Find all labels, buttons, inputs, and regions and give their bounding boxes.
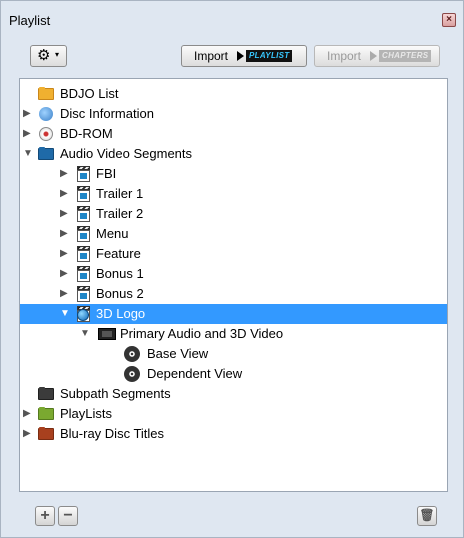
tree-item-label: Subpath Segments bbox=[60, 386, 171, 401]
clip-icon bbox=[77, 166, 90, 182]
tree-item-menu[interactable]: ▶ Menu bbox=[20, 224, 447, 244]
tree-item-label: Primary Audio and 3D Video bbox=[120, 326, 284, 341]
tree-item-label: Trailer 2 bbox=[96, 206, 144, 221]
playlist-badge: PLAYLIST bbox=[246, 50, 293, 62]
folder-icon bbox=[38, 407, 54, 420]
tree-item-label: Dependent View bbox=[147, 366, 243, 381]
folder-icon bbox=[38, 387, 54, 400]
tree-item-3d-logo[interactable]: ▼ 3D Logo bbox=[20, 304, 447, 324]
expand-arrow-icon[interactable]: ▶ bbox=[60, 227, 68, 241]
clip-icon bbox=[77, 186, 90, 202]
tree-item-bdjo-list[interactable]: BDJO List bbox=[20, 84, 447, 104]
minus-icon: − bbox=[63, 507, 73, 524]
expand-arrow-icon[interactable]: ▶ bbox=[23, 107, 31, 121]
tree-item-disc-information[interactable]: ▶ Disc Information bbox=[20, 104, 447, 124]
expand-arrow-icon[interactable]: ▶ bbox=[60, 287, 68, 301]
tree-item-label: BD-ROM bbox=[60, 126, 113, 141]
folder-icon bbox=[38, 87, 54, 100]
tree-item-bd-rom[interactable]: ▶ BD-ROM bbox=[20, 124, 447, 144]
tree-item-audio-video-segments[interactable]: ▼ Audio Video Segments bbox=[20, 144, 447, 164]
clip-icon bbox=[77, 206, 90, 222]
collapse-arrow-icon[interactable]: ▼ bbox=[60, 307, 70, 321]
tree-item-label: FBI bbox=[96, 166, 117, 181]
tree-item-label: Audio Video Segments bbox=[60, 146, 193, 161]
tree-item-label: Blu-ray Disc Titles bbox=[60, 426, 165, 441]
plus-icon: + bbox=[40, 507, 50, 524]
close-icon: × bbox=[446, 14, 452, 25]
collapse-arrow-icon[interactable]: ▼ bbox=[23, 147, 33, 161]
disc-icon bbox=[39, 127, 53, 141]
tree-item-label: BDJO List bbox=[60, 86, 119, 101]
tree-item-feature[interactable]: ▶ Feature bbox=[20, 244, 447, 264]
tree-item-label: Bonus 1 bbox=[96, 266, 144, 281]
tree-item-dependent-view[interactable]: Dependent View bbox=[20, 364, 447, 384]
panel-title: Playlist bbox=[9, 13, 51, 28]
monitor-icon bbox=[98, 328, 116, 340]
trash-icon: 🗑 bbox=[419, 508, 435, 522]
tree-item-label: Menu bbox=[96, 226, 129, 241]
gear-icon: ⚙ bbox=[37, 47, 51, 64]
film-reel-icon bbox=[124, 346, 140, 362]
tree-item-bluray-disc-titles[interactable]: ▶ Blu-ray Disc Titles bbox=[20, 424, 447, 444]
tree-item-label: Disc Information bbox=[60, 106, 154, 121]
close-button[interactable]: × bbox=[442, 13, 456, 27]
clip-icon bbox=[77, 226, 90, 242]
tree-item-label: PlayLists bbox=[60, 406, 113, 421]
clip-icon bbox=[77, 286, 90, 302]
tree-item-bonus-1[interactable]: ▶ Bonus 1 bbox=[20, 264, 447, 284]
collapse-arrow-icon[interactable]: ▼ bbox=[80, 327, 90, 341]
expand-arrow-icon[interactable]: ▶ bbox=[60, 207, 68, 221]
expand-arrow-icon[interactable]: ▶ bbox=[23, 427, 31, 441]
expand-arrow-icon[interactable]: ▶ bbox=[60, 267, 68, 281]
tree-item-fbi[interactable]: ▶ FBI bbox=[20, 164, 447, 184]
import-playlist-button[interactable]: Import PLAYLIST bbox=[181, 45, 307, 67]
tree-item-base-view[interactable]: Base View bbox=[20, 344, 447, 364]
play-arrow-icon bbox=[237, 51, 244, 61]
playlist-panel: Playlist × ⚙ ▾ Import PLAYLIST Import CH… bbox=[0, 0, 464, 538]
delete-button[interactable]: 🗑 bbox=[417, 506, 437, 526]
clip-icon bbox=[77, 266, 90, 282]
disc-info-icon bbox=[39, 107, 53, 121]
import-chapters-label: Import bbox=[327, 49, 362, 63]
expand-arrow-icon[interactable]: ▶ bbox=[60, 187, 68, 201]
tree-item-primary-audio-3d-video[interactable]: ▼ Primary Audio and 3D Video bbox=[20, 324, 447, 344]
tree-item-trailer-1[interactable]: ▶ Trailer 1 bbox=[20, 184, 447, 204]
play-arrow-icon bbox=[370, 51, 377, 61]
import-playlist-label: Import bbox=[194, 49, 229, 63]
import-chapters-button: Import CHAPTERS bbox=[314, 45, 440, 67]
chapters-badge: CHAPTERS bbox=[379, 50, 432, 62]
tree-item-label: Base View bbox=[147, 346, 209, 361]
folder-icon bbox=[38, 147, 54, 160]
remove-button[interactable]: − bbox=[58, 506, 78, 526]
playlist-tree[interactable]: BDJO List ▶ Disc Information ▶ BD-ROM ▼ … bbox=[19, 78, 448, 492]
tree-item-label: 3D Logo bbox=[96, 306, 146, 321]
tree-item-label: Bonus 2 bbox=[96, 286, 144, 301]
dropdown-arrow-icon: ▾ bbox=[55, 50, 60, 59]
expand-arrow-icon[interactable]: ▶ bbox=[60, 167, 68, 181]
expand-arrow-icon[interactable]: ▶ bbox=[23, 127, 31, 141]
tree-item-trailer-2[interactable]: ▶ Trailer 2 bbox=[20, 204, 447, 224]
tree-item-bonus-2[interactable]: ▶ Bonus 2 bbox=[20, 284, 447, 304]
settings-menu-button[interactable]: ⚙ ▾ bbox=[30, 45, 67, 67]
add-button[interactable]: + bbox=[35, 506, 55, 526]
film-reel-icon bbox=[124, 366, 140, 382]
folder-icon bbox=[38, 427, 54, 440]
expand-arrow-icon[interactable]: ▶ bbox=[23, 407, 31, 421]
tree-item-label: Feature bbox=[96, 246, 141, 261]
expand-arrow-icon[interactable]: ▶ bbox=[60, 247, 68, 261]
tree-item-subpath-segments[interactable]: Subpath Segments bbox=[20, 384, 447, 404]
clip-3d-icon bbox=[77, 306, 90, 322]
tree-item-playlists[interactable]: ▶ PlayLists bbox=[20, 404, 447, 424]
clip-icon bbox=[77, 246, 90, 262]
tree-item-label: Trailer 1 bbox=[96, 186, 144, 201]
